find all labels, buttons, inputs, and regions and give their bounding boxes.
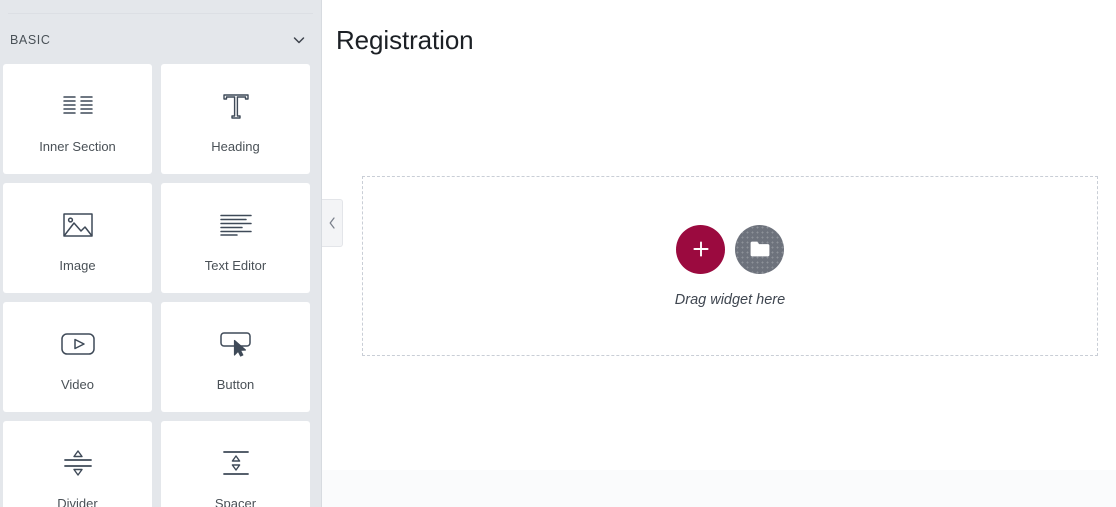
widget-item-label: Inner Section bbox=[39, 138, 116, 154]
panel-collapse-handle[interactable] bbox=[322, 199, 343, 247]
widget-item-button[interactable]: Button bbox=[161, 302, 310, 412]
folder-icon bbox=[749, 240, 771, 258]
editor-canvas: Registration Drag widget here bbox=[322, 0, 1116, 507]
plus-icon bbox=[691, 239, 711, 259]
add-template-button[interactable] bbox=[735, 224, 784, 274]
widget-list: Inner Section Heading Image Text Editor … bbox=[3, 64, 319, 507]
widget-item-label: Video bbox=[60, 376, 94, 392]
image-icon bbox=[56, 205, 100, 245]
spacer-icon bbox=[214, 443, 258, 483]
widget-item-divider[interactable]: Divider bbox=[3, 421, 152, 507]
chevron-down-icon[interactable] bbox=[291, 32, 307, 48]
chevron-left-icon bbox=[328, 216, 337, 230]
widget-item-heading[interactable]: Heading bbox=[161, 64, 310, 174]
dropzone-actions bbox=[676, 224, 784, 274]
widget-item-label: Text Editor bbox=[204, 257, 267, 273]
add-widget-button[interactable] bbox=[676, 224, 725, 274]
inner-section-icon bbox=[56, 86, 100, 126]
widget-category-basic-header[interactable]: BASIC bbox=[0, 21, 321, 59]
heading-icon bbox=[214, 86, 258, 126]
widget-item-video[interactable]: Video bbox=[3, 302, 152, 412]
video-icon bbox=[56, 324, 100, 364]
divider-icon bbox=[56, 443, 100, 483]
widget-item-spacer[interactable]: Spacer bbox=[161, 421, 310, 507]
widget-item-text-editor[interactable]: Text Editor bbox=[161, 183, 310, 293]
dropzone-caption: Drag widget here bbox=[674, 291, 786, 308]
page-title: Registration bbox=[336, 25, 474, 56]
widget-item-label: Divider bbox=[57, 495, 98, 507]
canvas-footer-band bbox=[322, 470, 1116, 507]
editor-root: BASIC Inner Section Heading Image Text E… bbox=[0, 0, 1116, 507]
widget-category-label: BASIC bbox=[10, 33, 51, 47]
text-editor-icon bbox=[214, 205, 258, 245]
widget-item-label: Heading bbox=[211, 138, 260, 154]
widget-dropzone[interactable]: Drag widget here bbox=[362, 176, 1098, 356]
widget-item-label: Image bbox=[59, 257, 96, 273]
widget-item-label: Spacer bbox=[214, 495, 257, 507]
button-icon bbox=[214, 324, 258, 364]
widget-item-inner-section[interactable]: Inner Section bbox=[3, 64, 152, 174]
widget-panel: BASIC Inner Section Heading Image Text E… bbox=[0, 0, 322, 507]
widget-item-image[interactable]: Image bbox=[3, 183, 152, 293]
panel-divider bbox=[8, 13, 313, 14]
widget-item-label: Button bbox=[216, 376, 255, 392]
